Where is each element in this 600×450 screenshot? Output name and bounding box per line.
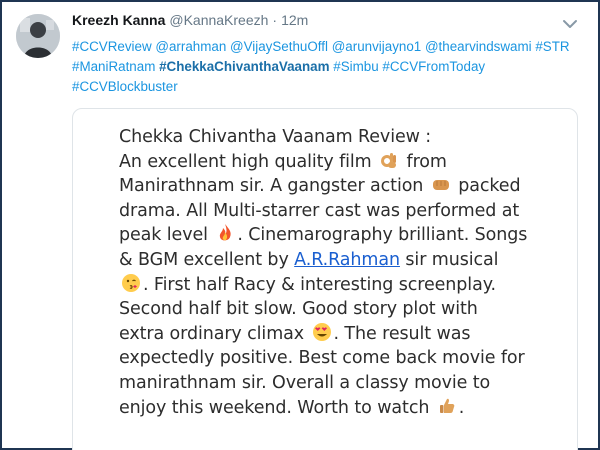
review-text-segment: . <box>458 397 465 418</box>
review-text-segment: . Cinemarography brilliant. Songs <box>237 225 528 246</box>
mention-link[interactable]: @thearvindswami <box>425 39 532 54</box>
review-text-segment: from <box>401 151 447 172</box>
hashtag-link[interactable]: #ManiRatnam <box>72 59 155 74</box>
tweet-hashtags: #CCVReview @arrahman @VijaySethuOffl @ar… <box>72 37 587 97</box>
kiss-face-icon <box>122 273 140 292</box>
review-text-segment: manirathnam sir. Overall a classy movie … <box>119 372 491 393</box>
attached-image-card[interactable]: Chekka Chivantha Vaanam Review : An excel… <box>72 108 578 450</box>
review-text-segment: . The result was <box>333 323 471 344</box>
fire-icon <box>220 224 232 241</box>
hashtag-link[interactable]: #ChekkaChivanthaVaanam <box>159 59 329 74</box>
hashtag-link[interactable]: #CCVReview <box>72 39 152 54</box>
review-text-segment: Chekka Chivantha Vaanam Review : <box>119 127 432 147</box>
timestamp[interactable]: 12m <box>281 12 308 28</box>
avatar[interactable] <box>16 14 60 58</box>
review-text: Chekka Chivantha Vaanam Review : An excel… <box>119 125 559 420</box>
review-text-segment: An excellent high quality film <box>119 151 378 172</box>
review-text-segment: extra ordinary climax <box>119 323 310 344</box>
review-text-segment: enjoy this weekend. Worth to watch <box>119 397 435 418</box>
display-name[interactable]: Kreezh Kanna <box>72 12 165 28</box>
chevron-down-icon[interactable] <box>562 16 578 32</box>
review-text-segment: & BGM excellent by <box>119 249 295 270</box>
review-text-segment: Second half bit slow. Good story plot wi… <box>119 299 478 320</box>
artist-link[interactable]: A.R.Rahman <box>294 250 400 270</box>
mention-link[interactable]: @arrahman <box>155 39 226 54</box>
heart-eyes-icon <box>312 322 331 341</box>
hashtag-link[interactable]: #CCVFromToday <box>382 59 485 74</box>
tweet-header: Kreezh Kanna @KannaKreezh · 12m <box>72 12 308 32</box>
mention-link[interactable]: @VijaySethuOffl <box>230 39 328 54</box>
fist-icon <box>432 180 449 191</box>
review-text-segment: peak level <box>119 225 214 246</box>
user-photo-icon <box>16 14 60 58</box>
review-text-segment: sir musical <box>399 249 499 270</box>
hashtag-link[interactable]: #CCVBlockbuster <box>72 79 178 94</box>
mention-link[interactable]: @arunvijayno1 <box>332 39 422 54</box>
review-text-segment: Manirathnam sir. A gangster action <box>119 176 429 197</box>
review-text-segment: expectedly positive. Best come back movi… <box>119 348 525 369</box>
review-text-segment: packed <box>452 176 521 197</box>
review-text-segment: drama. All Multi-starrer cast was perfor… <box>119 200 520 221</box>
user-handle[interactable]: @KannaKreezh <box>169 12 268 28</box>
hashtag-link[interactable]: #Simbu <box>333 59 378 74</box>
review-text-segment: . First half Racy & interesting screenpl… <box>143 274 496 295</box>
hashtag-link[interactable]: #STR <box>535 39 569 54</box>
thumbs-up-icon <box>439 398 455 413</box>
ok-hand-icon <box>381 152 397 168</box>
separator-dot: · <box>272 12 278 28</box>
tweet: Kreezh Kanna @KannaKreezh · 12m #CCVRevi… <box>0 0 600 450</box>
